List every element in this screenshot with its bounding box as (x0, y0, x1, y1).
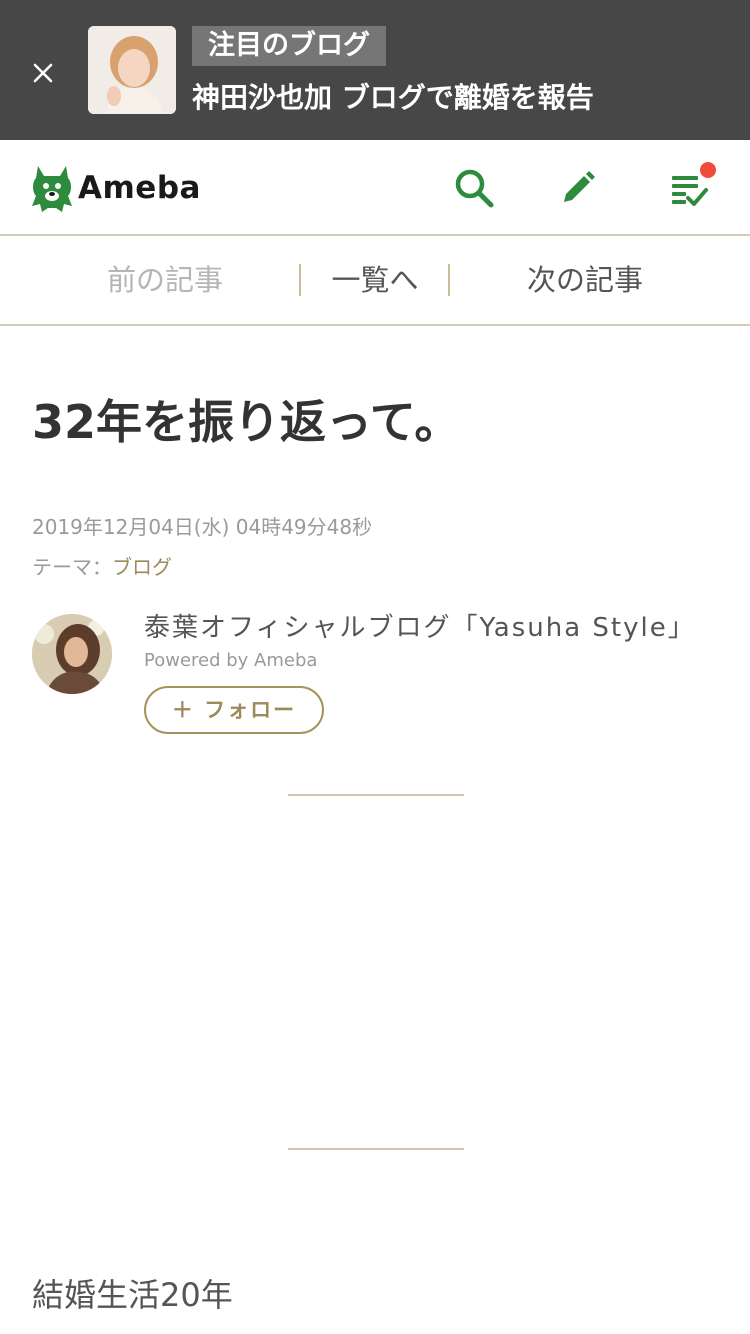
article-title: 32年を振り返って。 (32, 395, 461, 449)
ameba-logo[interactable]: Ameba (30, 162, 201, 214)
follow-button[interactable]: ＋ フォロー (144, 686, 324, 734)
logo-text: Ameba (78, 170, 201, 206)
featured-blog-thumbnail[interactable] (88, 26, 176, 114)
nav-separator (299, 264, 301, 296)
ameba-mascot-icon (32, 166, 72, 212)
prev-article-link[interactable]: 前の記事 (60, 236, 270, 324)
notification-dot (700, 162, 716, 178)
pencil-icon[interactable] (556, 166, 600, 210)
reading-list-icon[interactable] (668, 162, 716, 210)
theme-label: テーマ： (32, 555, 112, 579)
article-list-link[interactable]: 一覧へ (302, 236, 448, 324)
powered-by: Powered by Ameba (144, 650, 318, 671)
featured-blog-headline[interactable]: 神田沙也加 ブログで離婚を報告 (192, 78, 594, 118)
next-article-link[interactable]: 次の記事 (480, 236, 690, 324)
featured-blog-tag: 注目のブログ (192, 26, 386, 66)
article-theme: テーマ：ブログ (32, 552, 172, 582)
featured-blog-banner[interactable]: 注目のブログ 神田沙也加 ブログで離婚を報告 (0, 0, 750, 140)
blog-name[interactable]: 泰葉オフィシャルブログ「Yasuha Style」 (144, 610, 696, 646)
article-body-text: 結婚生活20年 (32, 1276, 233, 1314)
theme-link[interactable]: ブログ (112, 555, 172, 579)
search-icon[interactable] (452, 166, 496, 210)
article-date: 2019年12月04日(水) 04時49分48秒 (32, 515, 373, 539)
article-navigation: 前の記事 一覧へ 次の記事 (0, 236, 750, 326)
author-avatar[interactable] (32, 614, 112, 694)
divider (288, 1148, 464, 1150)
divider (288, 794, 464, 796)
site-header: Ameba (0, 140, 750, 236)
close-icon[interactable] (28, 58, 58, 88)
nav-separator (448, 264, 450, 296)
